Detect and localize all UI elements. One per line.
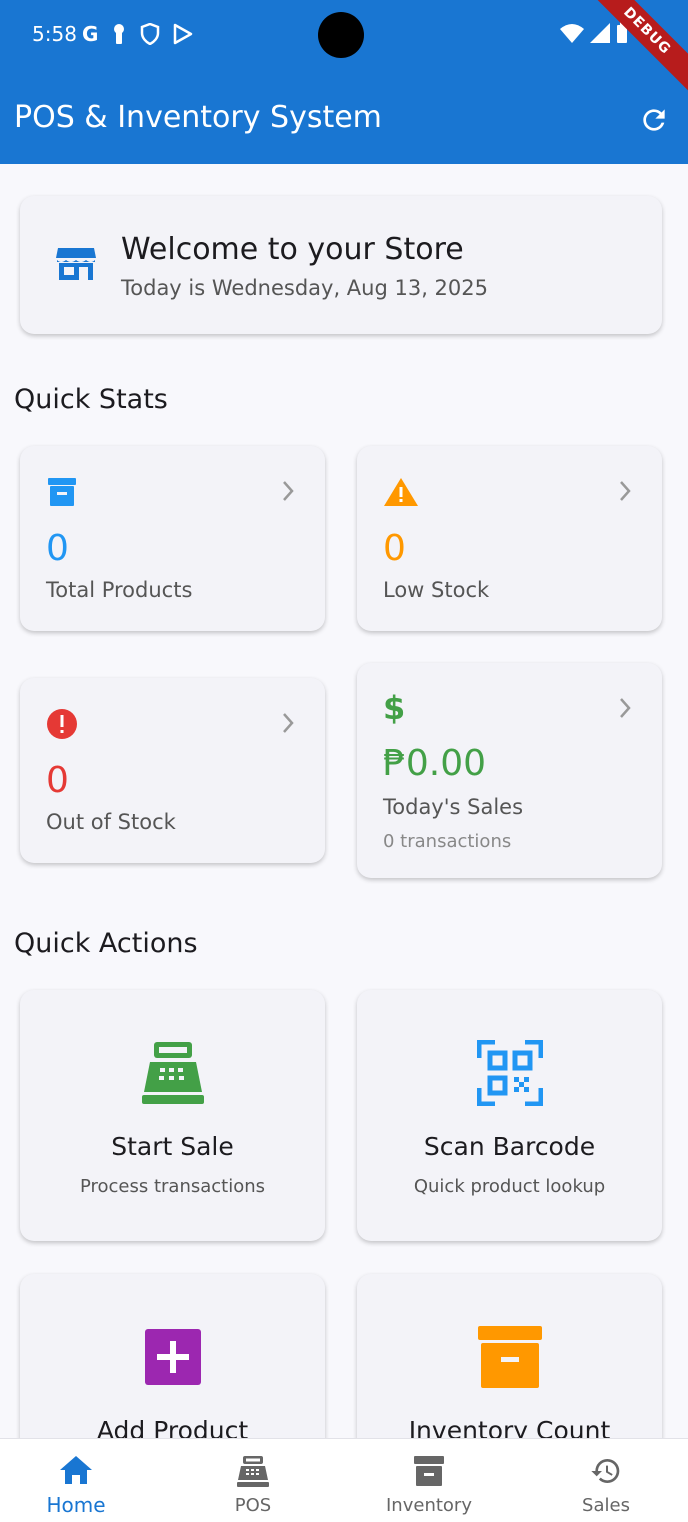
stat-card-out-of-stock[interactable]: 0 Out of Stock — [20, 678, 325, 863]
scan-barcode-button[interactable]: Scan Barcode Quick product lookup — [357, 990, 662, 1241]
chevron-right-icon — [620, 481, 631, 501]
page-title: POS & Inventory System — [14, 100, 382, 135]
stat-value: 0 — [46, 760, 69, 801]
app-bar: 5:58 G DEBUG POS & Inventory System — [0, 0, 688, 164]
quick-stats-heading: Quick Stats — [14, 384, 168, 415]
signal-icon — [590, 23, 610, 43]
quick-actions-heading: Quick Actions — [14, 928, 198, 959]
shield-icon — [141, 23, 160, 45]
nav-label: Sales — [582, 1495, 630, 1516]
stat-label: Low Stock — [383, 578, 490, 602]
status-time: 5:58 — [32, 22, 77, 46]
nav-label: POS — [234, 1495, 272, 1516]
google-icon: G — [82, 22, 99, 46]
home-icon — [60, 1456, 92, 1484]
action-subtitle: Quick product lookup — [413, 1176, 606, 1197]
stat-card-low-stock[interactable]: 0 Low Stock — [357, 446, 662, 631]
chevron-right-icon — [620, 698, 631, 718]
action-title: Scan Barcode — [423, 1132, 596, 1161]
stat-value: ₱0.00 — [383, 743, 487, 784]
stat-value: 0 — [46, 528, 69, 569]
nav-home[interactable]: Home — [0, 1439, 162, 1522]
nav-label: Inventory — [386, 1495, 472, 1516]
add-box-icon — [144, 1329, 201, 1385]
stat-subtext: 0 transactions — [383, 831, 512, 852]
chevron-right-icon — [283, 713, 294, 733]
archive-icon — [48, 478, 76, 506]
stat-value: 0 — [383, 528, 406, 569]
action-subtitle: Process transactions — [79, 1176, 266, 1197]
stat-label: Today's Sales — [383, 795, 524, 819]
store-icon — [56, 248, 96, 280]
start-sale-button[interactable]: Start Sale Process transactions — [20, 990, 325, 1241]
welcome-title: Welcome to your Store — [121, 232, 464, 267]
inventory-icon — [414, 1456, 444, 1486]
bottom-navigation: Home POS Inventory Sales — [0, 1438, 688, 1522]
wifi-icon — [560, 24, 584, 43]
stat-label: Out of Stock — [46, 810, 176, 834]
action-title: Start Sale — [111, 1132, 234, 1161]
status-icons: G — [82, 22, 194, 46]
qr-code-icon — [476, 1040, 543, 1106]
camera-cutout — [318, 12, 364, 58]
nav-inventory[interactable]: Inventory — [343, 1439, 515, 1522]
status-right — [560, 22, 628, 44]
stat-card-total-products[interactable]: 0 Total Products — [20, 446, 325, 631]
pos-icon — [237, 1456, 269, 1487]
welcome-card: Welcome to your Store Today is Wednesday… — [20, 196, 662, 334]
refresh-icon[interactable] — [638, 104, 670, 136]
key-icon — [114, 24, 125, 44]
nav-label: Home — [46, 1493, 106, 1517]
inventory-icon — [477, 1326, 542, 1388]
history-icon — [591, 1459, 620, 1483]
nav-pos[interactable]: POS — [167, 1439, 339, 1522]
nav-sales[interactable]: Sales — [520, 1439, 688, 1522]
play-icon — [174, 23, 193, 45]
stat-card-todays-sales[interactable]: $ ₱0.00 Today's Sales 0 transactions — [357, 663, 662, 878]
warning-icon — [384, 478, 418, 506]
error-icon — [47, 709, 77, 739]
dollar-icon: $ — [383, 689, 406, 727]
welcome-date: Today is Wednesday, Aug 13, 2025 — [121, 276, 488, 300]
debug-banner: DEBUG — [584, 0, 688, 94]
chevron-right-icon — [283, 481, 294, 501]
stat-label: Total Products — [46, 578, 193, 602]
cash-register-icon — [141, 1042, 204, 1104]
